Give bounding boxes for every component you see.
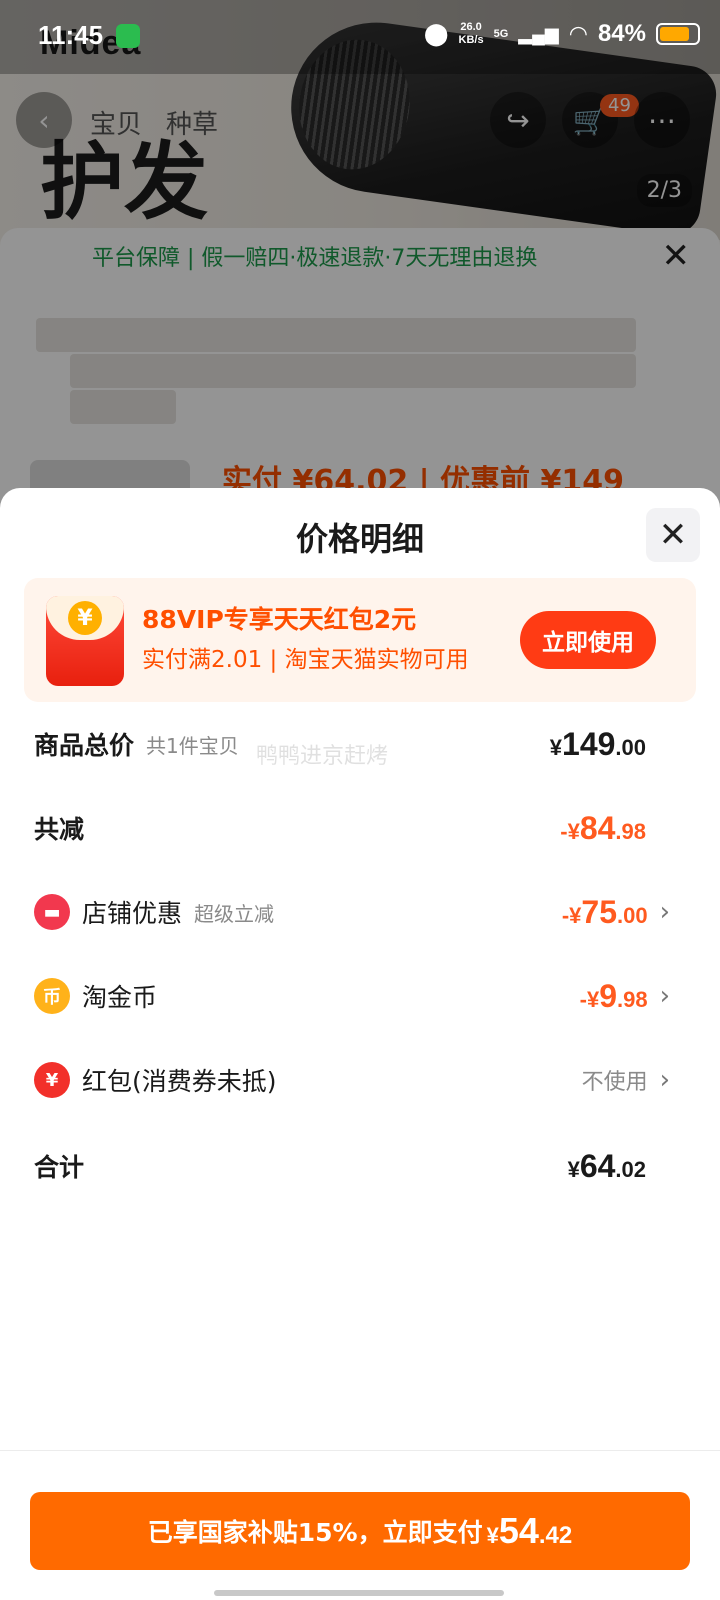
coin-icon: 币 [34, 978, 70, 1014]
amount-int: 9 [599, 977, 617, 1014]
amount-dec: .02 [615, 1156, 646, 1182]
chevron-right-icon: › [659, 981, 670, 1011]
row-store-discount[interactable]: ▬ 店铺优惠 超级立减 -¥ 75.00 › [34, 882, 670, 942]
pay-amount-dec: .42 [538, 1522, 573, 1549]
signal-icon: ▂▄▆ [518, 23, 559, 44]
net-speed: 26.0 KB/s [459, 21, 484, 47]
status-bar: 11:45 ⬤ 26.0 KB/s 5G ▂▄▆ ◠ 84% [0, 0, 720, 74]
status-time: 11:45 [38, 20, 104, 50]
row-sub: 共1件宝贝 [146, 733, 239, 758]
promo-subtitle: 实付满2.01 | 淘宝天猫实物可用 [142, 647, 469, 673]
row-label: 红包(消费券未抵) [82, 1067, 277, 1096]
pay-amount-symbol: ¥ [486, 1523, 499, 1548]
amount-int: 64 [579, 1147, 616, 1184]
pay-button-text: 已享国家补贴15%，立即支付 [147, 1518, 483, 1547]
row-label: 店铺优惠 [82, 899, 183, 928]
amount-symbol: -¥ [561, 902, 582, 928]
row-red-packet[interactable]: ¥ 红包(消费券未抵) 不使用 › [34, 1050, 670, 1110]
amount-int: 84 [579, 809, 616, 846]
row-amount: -¥ 9.98 [580, 978, 648, 1015]
row-label: 淘金币 [82, 983, 158, 1012]
amount-dec: .00 [617, 902, 648, 928]
price-detail-sheet: 价格明细 ✕ ¥ 88VIP专享天天红包2元 实付满2.01 | 淘宝天猫实物可… [0, 488, 720, 1600]
row-label: 合计 [34, 1153, 85, 1182]
row-value: 不使用 [581, 1070, 648, 1095]
net-speed-value: 26.0 [460, 21, 482, 33]
row-total-discount: 共减 -¥ 84.98 [34, 798, 670, 858]
row-label: 商品总价 [34, 731, 135, 760]
promo-title: 88VIP专享天天红包2元 [142, 605, 417, 634]
amount-symbol: ¥ [549, 734, 563, 760]
wifi-icon: ◠ [568, 21, 588, 46]
row-amount: -¥ 75.00 [562, 894, 648, 931]
amount-symbol: ¥ [567, 1156, 580, 1182]
row-sub: 超级立减 [194, 901, 275, 926]
amount-dec: .98 [617, 986, 648, 1012]
chevron-right-icon: › [659, 1065, 670, 1095]
amount-symbol: -¥ [560, 818, 580, 844]
row-amount: -¥ 84.98 [560, 810, 646, 847]
row-grand-total: 合计 ¥64.02 [34, 1136, 670, 1196]
red-packet-icon: ¥ [46, 596, 124, 686]
amount-symbol: -¥ [579, 986, 600, 1012]
location-icon: ⬤ [423, 21, 449, 46]
watermark: 鸭鸭进京赶烤 [256, 744, 389, 769]
status-right: ⬤ 26.0 KB/s 5G ▂▄▆ ◠ 84% [424, 20, 700, 48]
pay-amount-int: 54 [498, 1510, 539, 1551]
row-gold-coins[interactable]: 币 淘金币 -¥ 9.98 › [34, 966, 670, 1026]
amount-int: 149 [562, 725, 616, 762]
use-now-button[interactable]: 立即使用 [520, 611, 656, 669]
row-amount: ¥149.00 [550, 726, 646, 763]
close-button[interactable]: ✕ [646, 508, 700, 562]
row-label: 共减 [34, 815, 85, 844]
chevron-right-icon: › [659, 897, 670, 927]
dim-overlay[interactable] [0, 0, 720, 520]
red-packet-small-icon: ¥ [34, 1062, 70, 1098]
net-speed-unit: KB/s [458, 34, 484, 46]
pay-now-button[interactable]: 已享国家补贴15%，立即支付 ¥54.42 [30, 1492, 690, 1570]
home-indicator[interactable] [214, 1590, 504, 1596]
row-amount: ¥64.02 [568, 1148, 646, 1185]
battery-percent: 84% [597, 20, 646, 47]
close-icon: ✕ [658, 515, 688, 555]
pay-amount: ¥54.42 [487, 1510, 573, 1552]
amount-dec: .98 [615, 818, 646, 844]
amount-dec: .00 [615, 734, 646, 760]
wechat-icon [116, 24, 140, 48]
bottom-divider [0, 1450, 720, 1451]
promo-banner: ¥ 88VIP专享天天红包2元 实付满2.01 | 淘宝天猫实物可用 立即使用 [24, 578, 696, 702]
sheet-title: 价格明细 [295, 520, 424, 558]
battery-icon [656, 23, 700, 45]
store-icon: ▬ [34, 894, 70, 930]
amount-int: 75 [581, 893, 617, 930]
signal-label: 5G [493, 28, 509, 40]
